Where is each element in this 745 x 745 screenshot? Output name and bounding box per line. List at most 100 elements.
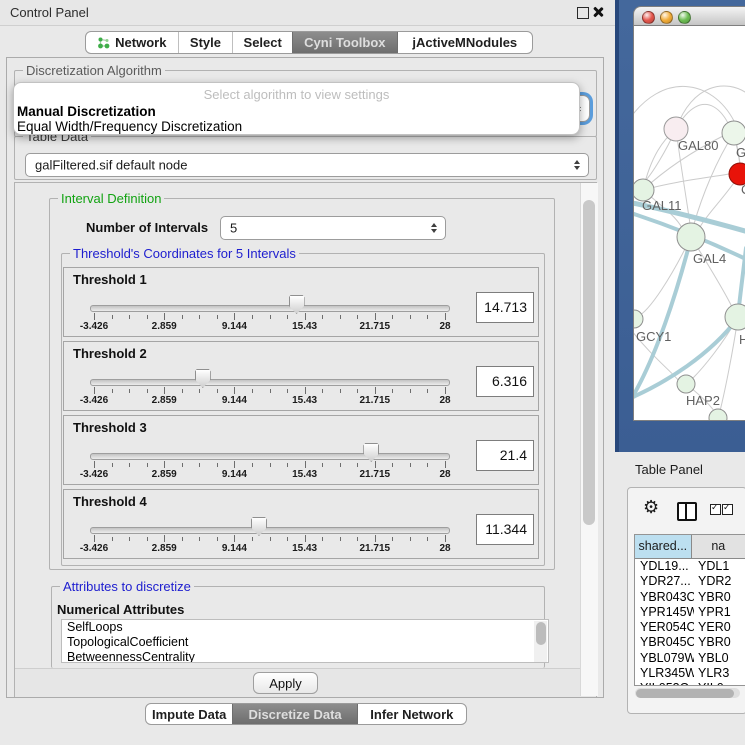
settings-scrollbar[interactable] bbox=[580, 183, 598, 696]
table-row[interactable]: YPR145WYPR1 bbox=[635, 605, 745, 620]
column-header-shared-name[interactable]: shared... bbox=[635, 535, 692, 558]
node-HAP2[interactable] bbox=[677, 375, 695, 393]
threshold-label: Threshold 3 bbox=[73, 420, 147, 435]
numerical-attributes-list[interactable]: SelfLoopsTopologicalCoefficientBetweenne… bbox=[61, 619, 549, 663]
tick-mark bbox=[147, 389, 148, 393]
cell-name: YIL0 bbox=[694, 681, 745, 686]
tick-mark bbox=[164, 387, 165, 394]
tick-label: 21.715 bbox=[347, 321, 403, 332]
tick-label: 21.715 bbox=[347, 395, 403, 406]
table-data-combobox[interactable]: galFiltered.sif default node bbox=[25, 153, 589, 177]
cell-name: YPR1 bbox=[694, 605, 745, 620]
tick-mark bbox=[445, 535, 446, 542]
node-label: H bbox=[739, 332, 745, 347]
float-icon[interactable] bbox=[577, 7, 589, 19]
table-row[interactable]: YDL19...YDL1 bbox=[635, 559, 745, 574]
tick-label: 21.715 bbox=[347, 469, 403, 480]
network-graph[interactable]: GAL80GACGAL11GAL4GCY1HHAP2 bbox=[634, 26, 745, 421]
tab-label: Network bbox=[115, 35, 166, 50]
tab-infer-network[interactable]: Infer Network bbox=[357, 704, 466, 724]
column-header-name[interactable]: na bbox=[692, 535, 745, 558]
close-icon[interactable] bbox=[592, 6, 604, 18]
zoom-traffic-light-icon[interactable] bbox=[678, 11, 691, 24]
dropdown-hint: Select algorithm to view settings bbox=[14, 87, 579, 102]
group-title: Interval Definition bbox=[58, 191, 164, 206]
tick-mark bbox=[427, 389, 428, 393]
network-edge[interactable] bbox=[643, 174, 729, 190]
tab-style[interactable]: Style bbox=[178, 32, 233, 53]
tick-mark bbox=[427, 315, 428, 319]
list-item-selfloops[interactable]: SelfLoops bbox=[62, 620, 548, 635]
node[interactable] bbox=[725, 304, 745, 330]
scrollbar-thumb[interactable] bbox=[536, 622, 546, 645]
list-scrollbar[interactable] bbox=[534, 621, 547, 662]
cell-name: YBR0 bbox=[694, 590, 745, 605]
tab-network[interactable]: Network bbox=[86, 32, 178, 53]
threshold-value-field[interactable]: 14.713 bbox=[476, 292, 534, 323]
network-canvas[interactable]: GAL80GACGAL11GAL4GCY1HHAP2 bbox=[633, 26, 745, 421]
tick-mark bbox=[182, 537, 183, 541]
split-panel-icon[interactable] bbox=[677, 502, 697, 521]
tab-select[interactable]: Select bbox=[232, 32, 292, 53]
cell-name: YBR0 bbox=[694, 635, 745, 650]
table-row[interactable]: YBR045CYBR0 bbox=[635, 635, 745, 650]
slider-track[interactable] bbox=[90, 527, 450, 534]
tick-label: -3.426 bbox=[66, 395, 122, 406]
list-item-betweennesscentrality[interactable]: BetweennessCentrality bbox=[62, 650, 548, 663]
table-body: YDL19...YDL1YDR27...YDR2YBR043CYBR0YPR14… bbox=[635, 559, 745, 686]
tab-cyni-toolbox[interactable]: Cyni Toolbox bbox=[292, 32, 397, 53]
node-GAL4[interactable] bbox=[677, 223, 705, 251]
network-edge[interactable] bbox=[634, 86, 734, 121]
tick-mark bbox=[234, 313, 235, 320]
minimize-traffic-light-icon[interactable] bbox=[660, 11, 673, 24]
scrollbar-thumb[interactable] bbox=[636, 689, 734, 698]
num-intervals-combobox[interactable]: 5 bbox=[220, 216, 446, 240]
node-GCY1[interactable] bbox=[634, 310, 643, 328]
list-item-topologicalcoefficient[interactable]: TopologicalCoefficient bbox=[62, 635, 548, 650]
cell-shared-name: YER054C bbox=[635, 620, 694, 635]
tick-mark bbox=[147, 463, 148, 467]
table-row[interactable]: YIL053CYIL0 bbox=[635, 681, 745, 686]
tick-mark bbox=[445, 461, 446, 468]
slider-track[interactable] bbox=[90, 379, 450, 386]
group-title: Discretization Algorithm bbox=[23, 63, 165, 78]
tick-label: 9.144 bbox=[206, 321, 262, 332]
threshold-panel: Threshold 3 21.4 -3.4262.8599.14415.4321… bbox=[63, 415, 539, 485]
table-row[interactable]: YER054CYER0 bbox=[635, 620, 745, 635]
cell-name: YDL1 bbox=[694, 559, 745, 574]
slider-track[interactable] bbox=[90, 305, 450, 312]
slider-track[interactable] bbox=[90, 453, 450, 460]
threshold-value-field[interactable]: 21.4 bbox=[476, 440, 534, 471]
scrollbar-thumb[interactable] bbox=[583, 200, 595, 525]
table-settings-gear-icon[interactable] bbox=[643, 497, 659, 518]
network-window-titlebar[interactable] bbox=[633, 6, 745, 26]
threshold-value-field[interactable]: 6.316 bbox=[476, 366, 534, 397]
tick-mark bbox=[410, 389, 411, 393]
tab-jactivemnodules[interactable]: jActiveMNodules bbox=[397, 32, 532, 53]
tab-impute-data[interactable]: Impute Data bbox=[146, 704, 232, 724]
threshold-value-field[interactable]: 11.344 bbox=[476, 514, 534, 545]
tick-mark bbox=[287, 315, 288, 319]
cell-name: YLR3 bbox=[694, 666, 745, 681]
table-hscrollbar[interactable] bbox=[635, 688, 740, 698]
bottom-tab-bar: Impute Data Discretize Data Infer Network bbox=[145, 703, 467, 725]
tick-mark bbox=[322, 315, 323, 319]
node-label: GAL11 bbox=[642, 198, 682, 213]
show-columns-icon[interactable] bbox=[710, 504, 733, 515]
table-row[interactable]: YLR345WYLR3 bbox=[635, 666, 745, 681]
dropdown-option-manual-discretization[interactable]: Manual Discretization bbox=[17, 104, 156, 119]
table-row[interactable]: YBR043CYBR0 bbox=[635, 590, 745, 605]
tab-discretize-data[interactable]: Discretize Data bbox=[232, 704, 356, 724]
tick-mark bbox=[94, 535, 95, 542]
table-row[interactable]: YDR27...YDR2 bbox=[635, 574, 745, 589]
tick-mark bbox=[112, 537, 113, 541]
node[interactable] bbox=[722, 121, 745, 145]
node[interactable] bbox=[709, 409, 727, 421]
apply-button[interactable]: Apply bbox=[253, 672, 318, 694]
tab-label: Discretize Data bbox=[248, 707, 341, 722]
close-traffic-light-icon[interactable] bbox=[642, 11, 655, 24]
dropdown-option-equal-width-frequency-discretization[interactable]: Equal Width/Frequency Discretization bbox=[17, 119, 242, 134]
table-row[interactable]: YBL079WYBL0 bbox=[635, 651, 745, 666]
tick-mark bbox=[375, 313, 376, 320]
network-icon bbox=[97, 36, 110, 49]
